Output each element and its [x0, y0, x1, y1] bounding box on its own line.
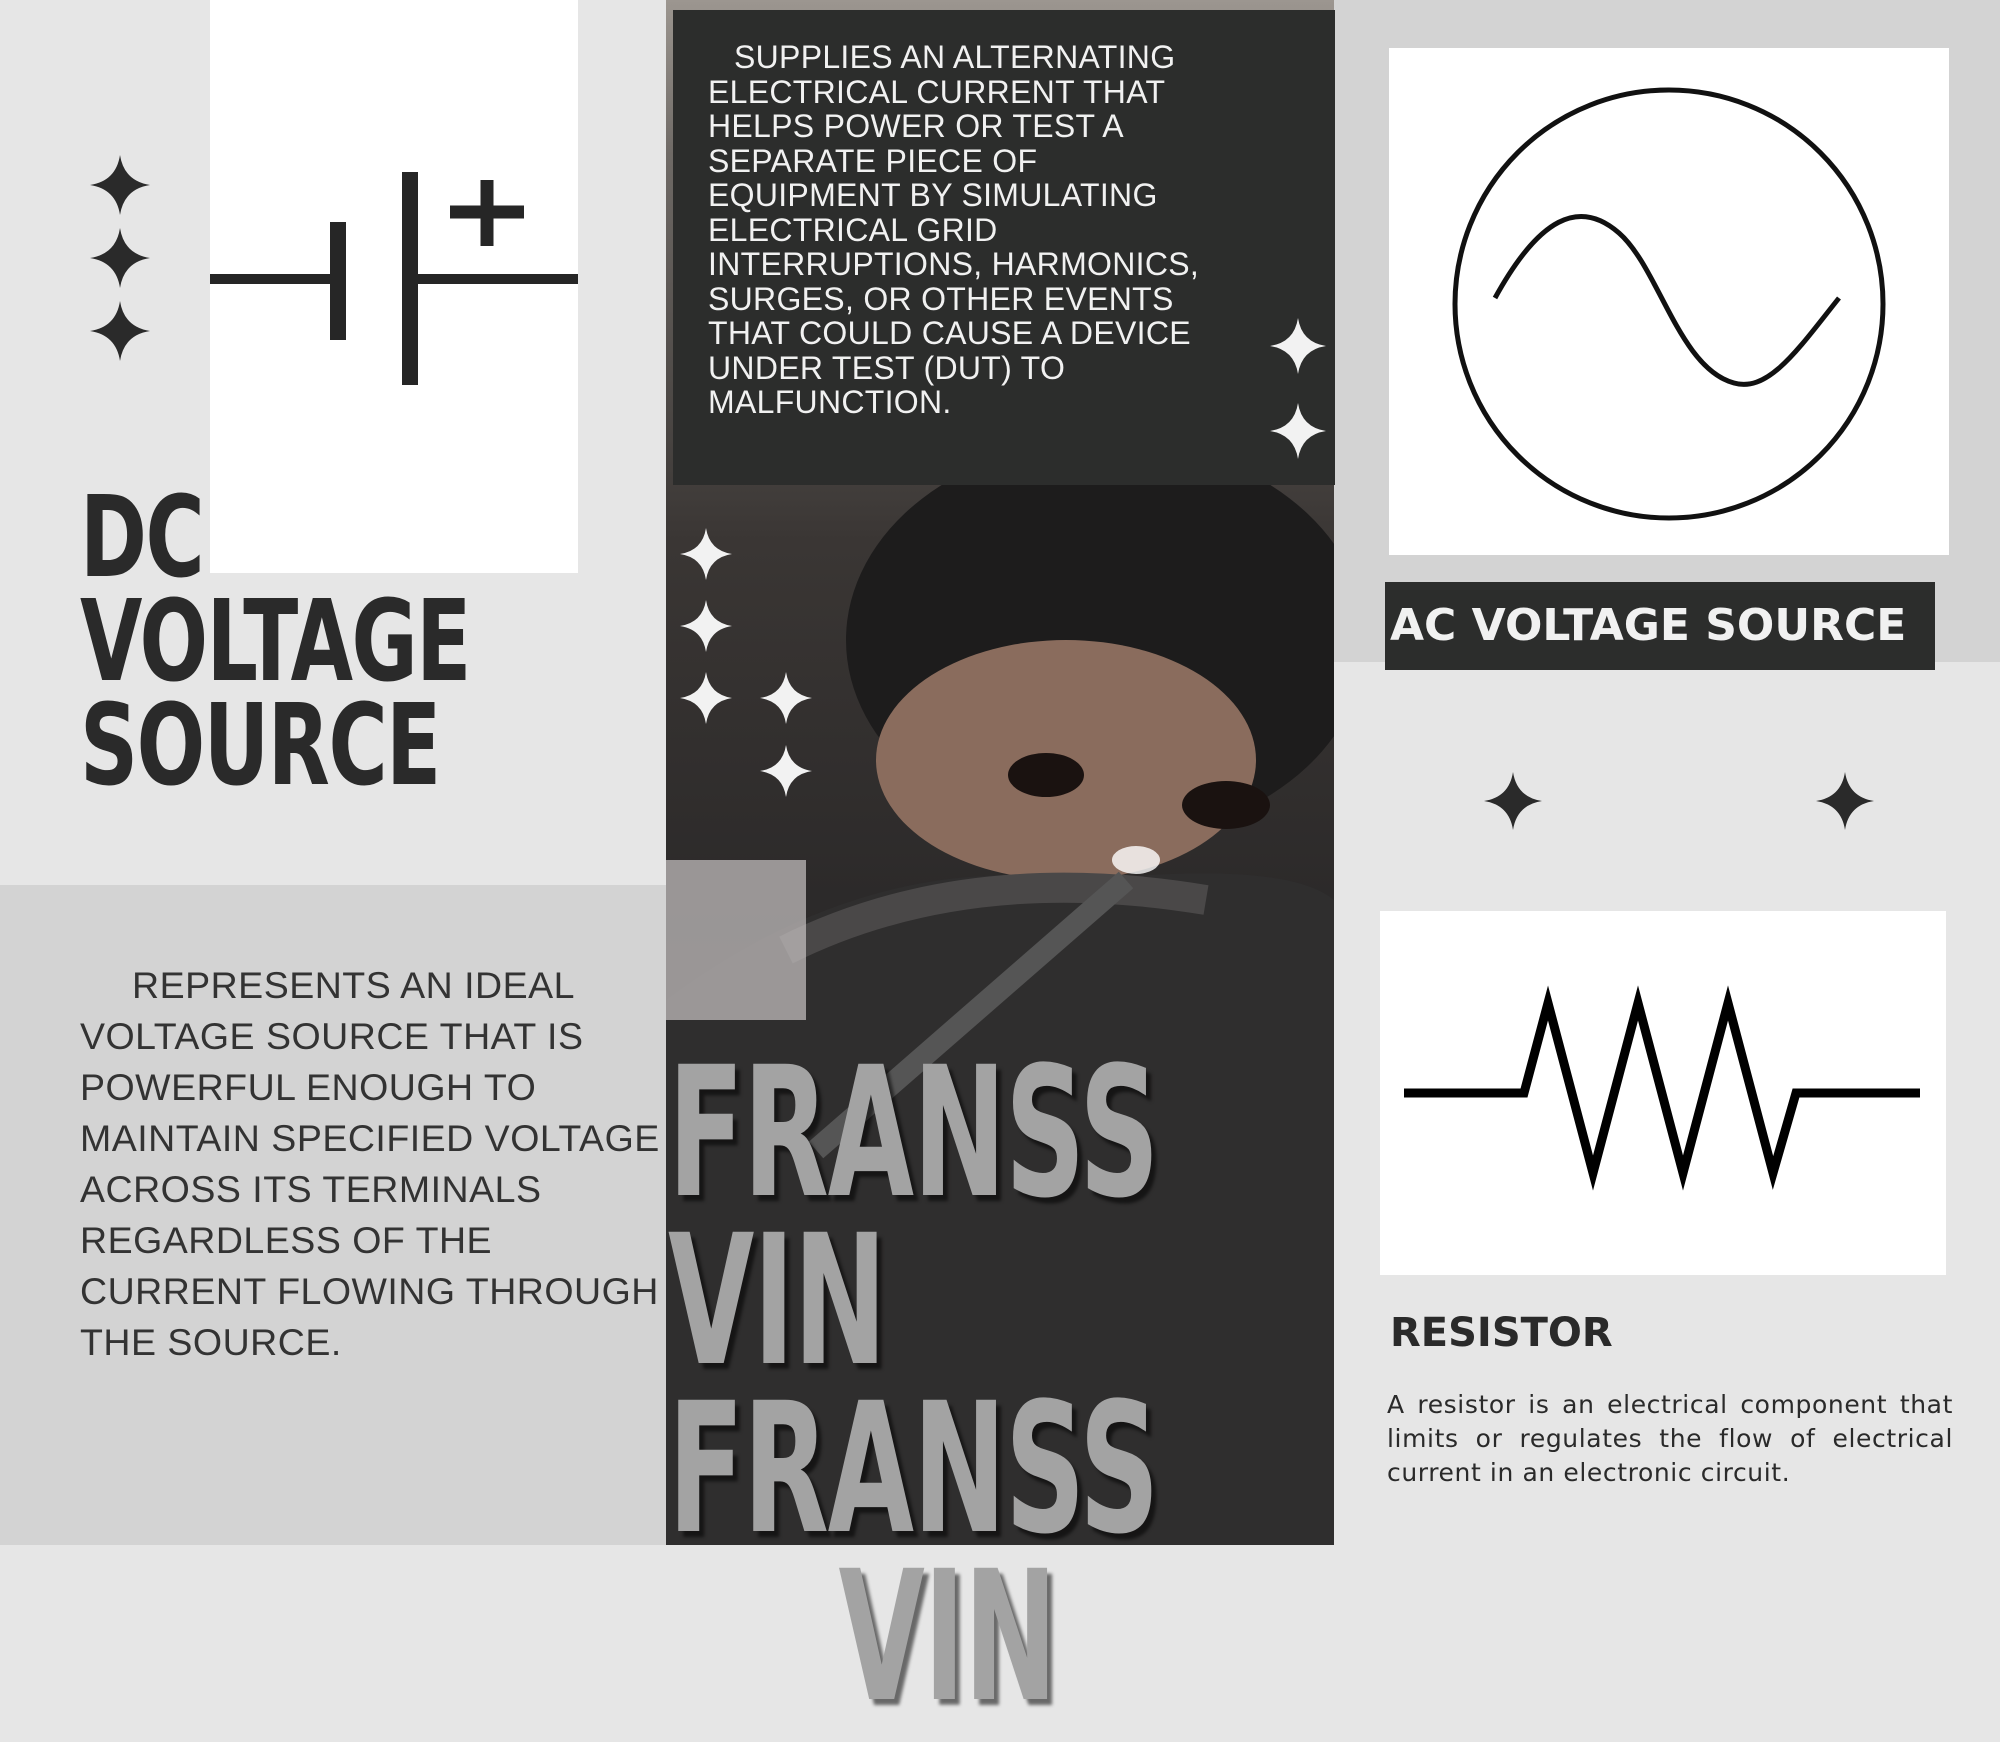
sparkle-icon	[760, 672, 812, 724]
sparkle-icon	[90, 155, 150, 215]
sparkle-icon	[680, 528, 732, 580]
sparkle-icon	[1270, 318, 1326, 374]
sparkle-icon	[680, 672, 732, 724]
ac-description: SUPPLIES AN ALTERNATING ELECTRICAL CURRE…	[708, 39, 1200, 420]
sparkle-icon	[90, 301, 150, 361]
resistor-title: RESISTOR	[1390, 1310, 1613, 1356]
ac-symbol-card	[1389, 48, 1949, 555]
dc-title: DC VOLTAGE SOURCE	[80, 473, 471, 811]
sparkle-icon	[680, 600, 732, 652]
dc-title-line-3: SOURCE	[80, 681, 441, 811]
resistor-description: A resistor is an electrical component th…	[1387, 1390, 1953, 1487]
ac-label: AC VOLTAGE SOURCE	[1390, 600, 1907, 651]
sparkle-icon	[90, 228, 150, 288]
name-overlay: FRANSS VIN FRANSS VIN	[668, 1029, 1350, 1742]
sparkle-icon	[1816, 772, 1874, 830]
name-line-3: VIN	[838, 1533, 1058, 1742]
dc-description: REPRESENTS AN IDEAL VOLTAGE SOURCE THAT …	[80, 964, 660, 1363]
dc-title-line-2: VOLTAGE	[80, 577, 471, 707]
sparkle-icon	[1484, 772, 1542, 830]
resistor-symbol-icon	[1404, 985, 1920, 1191]
ac-source-symbol-icon	[1452, 87, 1886, 521]
sparkle-icon	[1270, 403, 1326, 459]
dc-title-line-1: DC	[80, 473, 205, 603]
resistor-symbol-card	[1380, 911, 1946, 1275]
name-line-2: VIN FRANSS	[668, 1197, 1159, 1574]
sparkle-icon	[760, 745, 812, 797]
name-line-1: FRANSS	[668, 1029, 1159, 1238]
